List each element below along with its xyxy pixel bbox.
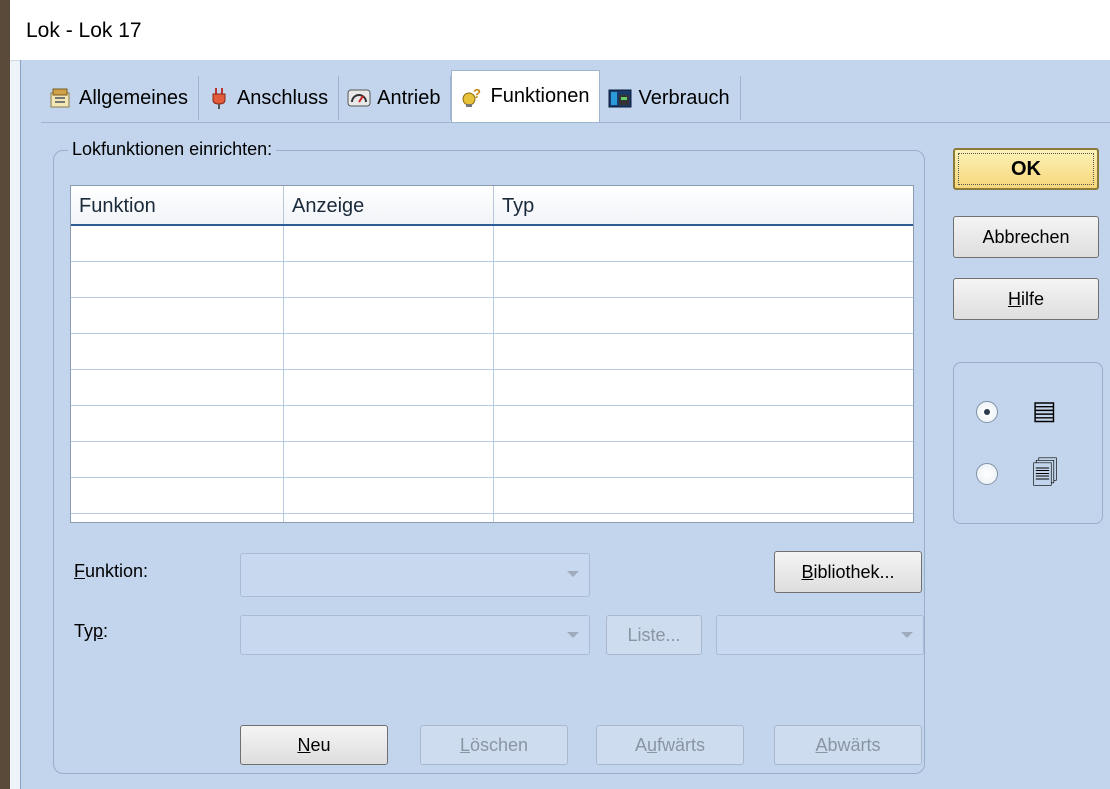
tab-strip: Allgemeines Anschluss Antrieb ? Funktion… <box>41 70 741 126</box>
focus-rect <box>958 153 1094 185</box>
window-title: Lok - Lok 17 <box>26 19 142 42</box>
table-row[interactable] <box>71 298 913 334</box>
column-divider <box>283 226 284 522</box>
abbrechen-button[interactable]: Abbrechen <box>953 216 1099 258</box>
neu-button[interactable]: Neu <box>240 725 388 765</box>
view-mode-group: ▤ 🗐 <box>953 362 1103 524</box>
chevron-down-icon <box>567 571 579 577</box>
table-row[interactable] <box>71 370 913 406</box>
typ-label: Typ: <box>74 621 109 641</box>
functions-table[interactable]: Funktion Anzeige Typ <box>70 185 914 523</box>
funktion-label: Funktion: <box>74 561 149 581</box>
tab-label: Anschluss <box>236 86 329 109</box>
tab-verbrauch[interactable]: Verbrauch <box>600 76 741 120</box>
ok-button[interactable]: OK <box>953 148 1099 190</box>
plug-icon <box>207 87 231 109</box>
tab-antrieb[interactable]: Antrieb <box>339 76 452 120</box>
title-bar[interactable]: Lok - Lok 17 <box>10 0 1110 61</box>
tab-label: Verbrauch <box>638 86 730 109</box>
list-view-icon: ▤ <box>1032 395 1057 425</box>
column-header-funktion[interactable]: Funktion <box>71 186 283 224</box>
lokfunktionen-group: Lokfunktionen einrichten: Funktion Anzei… <box>53 139 925 774</box>
tab-label: Funktionen <box>490 85 590 107</box>
table-row[interactable] <box>71 478 913 514</box>
chevron-down-icon <box>901 632 913 638</box>
group-title: Lokfunktionen einrichten: <box>68 139 277 160</box>
tab-anschluss[interactable]: Anschluss <box>198 76 340 120</box>
column-header-typ[interactable]: Typ <box>493 186 913 224</box>
consumption-icon <box>608 87 632 109</box>
abwaerts-button[interactable]: Abwärts <box>774 725 922 765</box>
table-row[interactable] <box>71 334 913 370</box>
typ-extra-combobox[interactable] <box>716 615 924 655</box>
tab-allgemeines[interactable]: Allgemeines <box>41 76 199 120</box>
aufwaerts-button[interactable]: Au fwärts <box>596 725 744 765</box>
bulb-icon: ? <box>460 86 484 108</box>
table-row[interactable] <box>71 406 913 442</box>
bibliothek-button[interactable]: Bibliothek... <box>774 551 922 593</box>
tab-funktionen[interactable]: ? Funktionen <box>451 70 601 122</box>
tab-label: Allgemeines <box>79 86 188 109</box>
chevron-down-icon <box>567 632 579 638</box>
radio-cascade-view[interactable] <box>976 463 998 485</box>
gauge-icon <box>347 87 371 109</box>
typ-combobox[interactable] <box>240 615 590 655</box>
dialog-client-area: Allgemeines Anschluss Antrieb ? Funktion… <box>20 60 1110 789</box>
dialog-window: Lok - Lok 17 Allgemeines Anschluss Antri… <box>10 0 1110 789</box>
table-row[interactable] <box>71 442 913 478</box>
table-header: Funktion Anzeige Typ <box>71 186 913 226</box>
column-header-anzeige[interactable]: Anzeige <box>283 186 493 224</box>
liste-button[interactable]: Liste... <box>606 615 702 655</box>
table-row[interactable] <box>71 226 913 262</box>
funktion-combobox[interactable] <box>240 553 590 597</box>
tab-divider <box>41 122 1110 123</box>
radio-list-view[interactable] <box>976 401 998 423</box>
hilfe-button[interactable]: Hilfe <box>953 278 1099 320</box>
properties-icon <box>49 87 73 109</box>
loeschen-button[interactable]: Löschen <box>420 725 568 765</box>
svg-text:?: ? <box>473 86 481 101</box>
tab-label: Antrieb <box>377 86 441 109</box>
column-divider <box>493 226 494 522</box>
background-edge <box>0 0 10 789</box>
table-row[interactable] <box>71 262 913 298</box>
cascade-view-icon: 🗐 <box>1032 458 1058 488</box>
